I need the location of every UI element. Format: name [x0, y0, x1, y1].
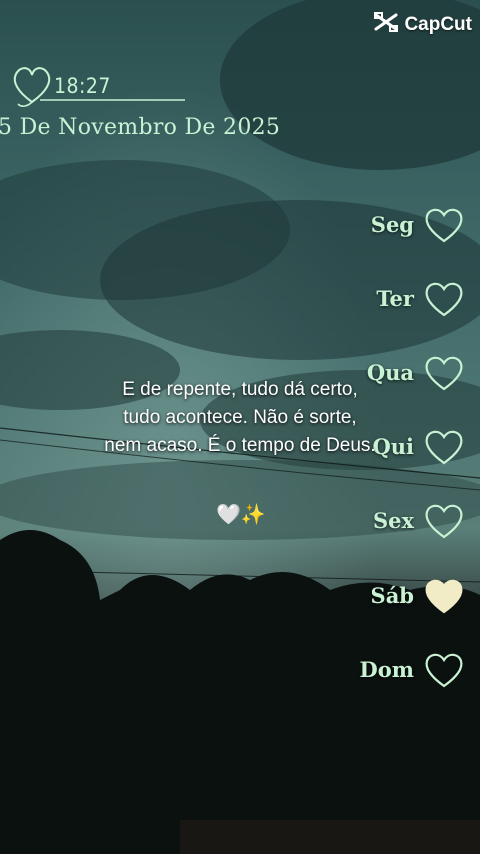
heart-outline-icon — [422, 352, 466, 392]
clock-time: 18:27 — [54, 74, 111, 98]
heart-outline-icon — [422, 278, 466, 318]
heart-outline-icon — [422, 649, 466, 689]
weekday-0: Seg — [371, 202, 466, 246]
clock-widget: 18:27 — [10, 60, 190, 112]
weekday-label: Seg — [370, 211, 414, 237]
weekday-label: Dom — [359, 656, 414, 682]
heart-outline-icon — [422, 500, 466, 540]
weekday-6: Dom — [360, 647, 466, 691]
quote-text: E de repente, tudo dá certo, tudo aconte… — [70, 376, 410, 460]
heart-filled-icon — [422, 575, 466, 615]
heart-outline-icon — [422, 426, 466, 466]
quote-line: E de repente, tudo dá certo, — [122, 379, 358, 400]
quote-line: tudo acontece. Não é sorte, — [123, 407, 357, 428]
weekday-label: Sáb — [370, 582, 414, 608]
heart-sparkles-emoji: 🤍✨ — [216, 502, 266, 526]
date-label: 5 De Novembro De 2025 — [0, 115, 281, 140]
heart-outline-icon — [422, 204, 466, 244]
capcut-watermark: CapCut — [374, 12, 472, 38]
weekday-4: Sex — [373, 498, 466, 542]
capcut-label: CapCut — [404, 14, 472, 35]
capcut-logo-icon — [374, 12, 399, 38]
quote-line: nem acaso. É o tempo de Deus. — [104, 435, 376, 456]
weekday-5: Sáb — [371, 573, 466, 617]
weekday-label: Ter — [376, 285, 414, 311]
weekday-label: Sex — [372, 507, 414, 533]
weekday-1: Ter — [376, 276, 466, 320]
